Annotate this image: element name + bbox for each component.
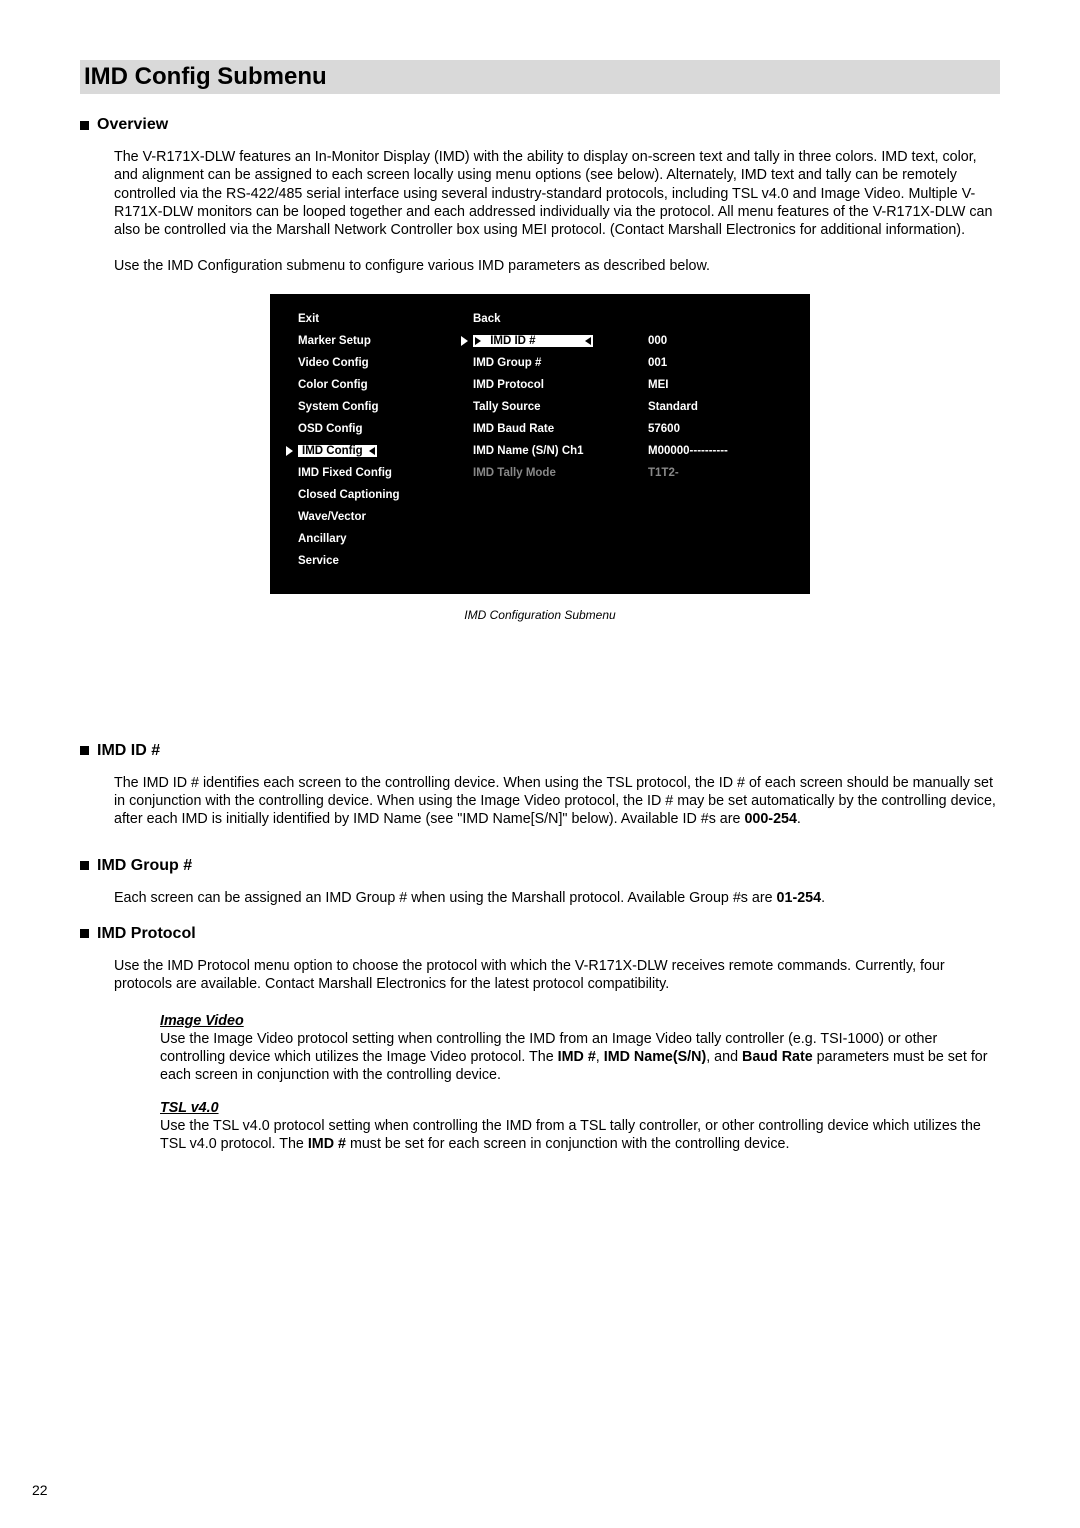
imd-group-heading: IMD Group # bbox=[97, 857, 192, 875]
menu-row: Service bbox=[298, 550, 782, 572]
imd-protocol-heading: IMD Protocol bbox=[97, 925, 196, 943]
menu-row: ExitBack bbox=[298, 308, 782, 330]
menu-col-left: Ancillary bbox=[298, 533, 473, 545]
text: . bbox=[797, 811, 801, 827]
chevron-right-icon bbox=[369, 447, 375, 455]
menu-col-left: Color Config bbox=[298, 379, 473, 391]
bold-range: 01-254 bbox=[777, 890, 822, 906]
bold: IMD # bbox=[308, 1136, 346, 1152]
imd-protocol-paragraph: Use the IMD Protocol menu option to choo… bbox=[114, 957, 1000, 994]
menu-row: System ConfigTally SourceStandard bbox=[298, 396, 782, 418]
menu-row: Ancillary bbox=[298, 528, 782, 550]
chevron-right-icon bbox=[585, 337, 591, 345]
menu-col-mid: IMD Tally Mode bbox=[473, 467, 648, 479]
image-video-subhead: Image Video bbox=[160, 1013, 244, 1029]
section-title-bar: IMD Config Submenu bbox=[80, 60, 1000, 94]
menu-col-mid: IMD Name (S/N) Ch1 bbox=[473, 445, 648, 457]
imd-id-header: IMD ID # bbox=[80, 742, 1000, 760]
menu-col-left: Video Config bbox=[298, 357, 473, 369]
bullet-square-icon bbox=[80, 929, 89, 938]
menu-col-left: System Config bbox=[298, 401, 473, 413]
text: , bbox=[596, 1049, 604, 1065]
menu-col-mid: IMD Group # bbox=[473, 357, 648, 369]
bold: IMD Name(S/N) bbox=[604, 1049, 706, 1065]
bold: IMD # bbox=[558, 1049, 596, 1065]
menu-row: Video ConfigIMD Group #001 bbox=[298, 352, 782, 374]
menu-col-left: Wave/Vector bbox=[298, 511, 473, 523]
text: Each screen can be assigned an IMD Group… bbox=[114, 890, 777, 906]
imd-protocol-header: IMD Protocol bbox=[80, 925, 1000, 943]
menu-col-mid: IMD Protocol bbox=[473, 379, 648, 391]
text: , and bbox=[706, 1049, 742, 1065]
imd-config-screenshot: ExitBackMarker Setup IMD ID #000Video Co… bbox=[270, 294, 810, 594]
text: must be set for each screen in conjuncti… bbox=[346, 1136, 789, 1152]
menu-col-mid: Back bbox=[473, 313, 648, 325]
menu-col-left: Closed Captioning bbox=[298, 489, 473, 501]
menu-row: Color ConfigIMD ProtocolMEI bbox=[298, 374, 782, 396]
screenshot-caption: IMD Configuration Submenu bbox=[80, 608, 1000, 622]
menu-row: IMD Config IMD Name (S/N) Ch1M00000------… bbox=[298, 440, 782, 462]
menu-row: IMD Fixed ConfigIMD Tally ModeT1T2- bbox=[298, 462, 782, 484]
overview-paragraph-2: Use the IMD Configuration submenu to con… bbox=[114, 257, 1000, 275]
tsl-block: TSL v4.0 Use the TSL v4.0 protocol setti… bbox=[160, 1099, 1000, 1154]
menu-row: Wave/Vector bbox=[298, 506, 782, 528]
menu-col-left: IMD Fixed Config bbox=[298, 467, 473, 479]
menu-col-left: Exit bbox=[298, 313, 473, 325]
menu-col-right: M00000---------- bbox=[648, 445, 782, 457]
menu-col-left: Marker Setup bbox=[298, 335, 473, 347]
chevron-left-icon bbox=[475, 337, 481, 345]
menu-row: OSD ConfigIMD Baud Rate57600 bbox=[298, 418, 782, 440]
menu-row: Closed Captioning bbox=[298, 484, 782, 506]
menu-col-right: MEI bbox=[648, 379, 782, 391]
menu-col-left: IMD Config bbox=[298, 445, 473, 457]
text: . bbox=[821, 890, 825, 906]
menu-col-right: 000 bbox=[648, 335, 782, 347]
bold: Baud Rate bbox=[742, 1049, 813, 1065]
menu-col-mid: IMD Baud Rate bbox=[473, 423, 648, 435]
tsl-subhead: TSL v4.0 bbox=[160, 1100, 219, 1116]
menu-col-right: 57600 bbox=[648, 423, 782, 435]
text: The IMD ID # identifies each screen to t… bbox=[114, 775, 996, 828]
menu-col-right: 001 bbox=[648, 357, 782, 369]
imd-id-heading: IMD ID # bbox=[97, 742, 160, 760]
bullet-square-icon bbox=[80, 861, 89, 870]
imd-group-header: IMD Group # bbox=[80, 857, 1000, 875]
menu-col-left: Service bbox=[298, 555, 473, 567]
menu-row: Marker Setup IMD ID # 000 bbox=[298, 330, 782, 352]
menu-col-left: OSD Config bbox=[298, 423, 473, 435]
menu-col-mid: IMD ID # bbox=[473, 335, 648, 347]
imd-group-paragraph: Each screen can be assigned an IMD Group… bbox=[114, 889, 1000, 907]
overview-heading: Overview bbox=[97, 116, 168, 134]
selection-arrow-icon bbox=[461, 336, 468, 346]
overview-paragraph-1: The V-R171X-DLW features an In-Monitor D… bbox=[114, 148, 1000, 239]
image-video-block: Image Video Use the Image Video protocol… bbox=[160, 1012, 1000, 1085]
imd-id-paragraph: The IMD ID # identifies each screen to t… bbox=[114, 774, 1000, 829]
bullet-square-icon bbox=[80, 746, 89, 755]
selection-arrow-icon bbox=[286, 446, 293, 456]
menu-col-right: T1T2- bbox=[648, 467, 782, 479]
menu-col-mid: Tally Source bbox=[473, 401, 648, 413]
overview-header: Overview bbox=[80, 116, 1000, 134]
page-title: IMD Config Submenu bbox=[84, 63, 996, 91]
page-number: 22 bbox=[32, 1482, 48, 1498]
bold-range: 000-254 bbox=[744, 811, 796, 827]
selected-mid-item: IMD ID # bbox=[473, 335, 593, 347]
menu-col-right: Standard bbox=[648, 401, 782, 413]
selected-left-item: IMD Config bbox=[298, 445, 377, 457]
bullet-square-icon bbox=[80, 121, 89, 130]
